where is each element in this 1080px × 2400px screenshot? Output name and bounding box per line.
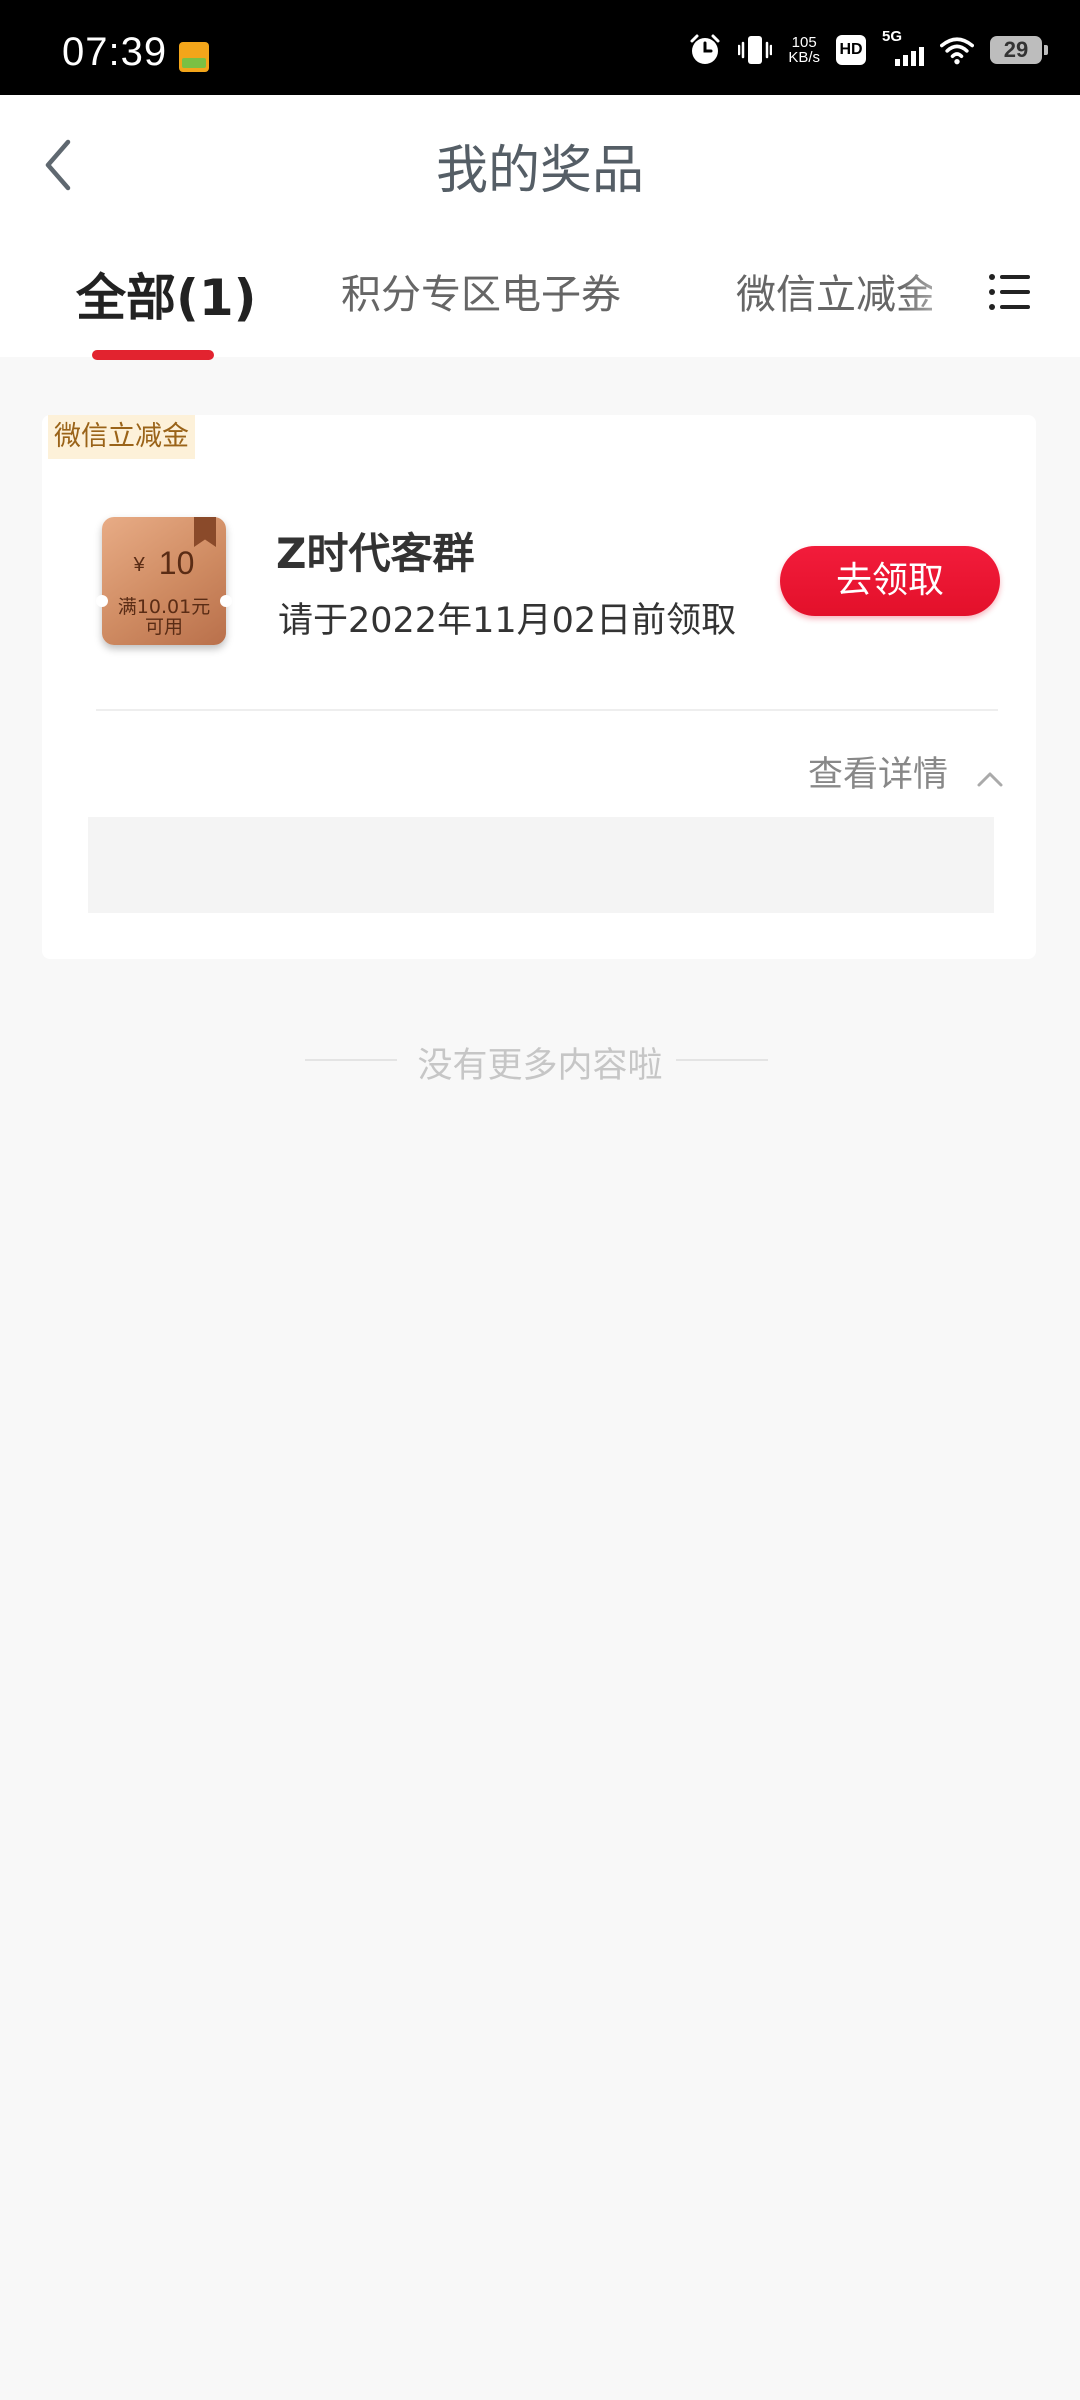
card-divider [96,709,998,711]
coupon-value: 10 [158,545,195,581]
app-notification-icon [179,42,209,72]
tab-points-coupons[interactable]: 积分专区电子券 [341,262,621,320]
coupon-icon: ¥10 满10.01元 可用 [96,517,232,645]
battery-icon: 29 [990,36,1048,64]
alarm-icon [688,33,722,67]
prize-deadline: 请于2022年11月02日前领取 [278,601,737,641]
tab-active-indicator [92,350,214,360]
currency-symbol: ¥ [133,554,145,577]
end-divider-right [676,1059,768,1061]
prize-type-tag: 微信立减金 [48,415,195,459]
speed-value: 105 [791,34,817,51]
tab-menu-button[interactable] [988,272,1030,312]
status-icons: 105 KB/s HD 5G 29 [688,28,1048,70]
chevron-up-icon[interactable] [976,770,1004,788]
vibrate-icon [738,33,773,67]
hd-icon: HD [836,35,866,65]
list-menu-icon [989,274,1030,310]
status-time: 07:39 [62,30,168,74]
wifi-icon [940,33,974,67]
page-title: 我的奖品 [435,141,644,201]
speed-unit: KB/s [788,49,820,66]
details-panel [88,817,994,913]
network-type: 5G [882,28,903,45]
coupon-condition-line1: 满10.01元 [117,596,211,618]
view-details-link[interactable]: 查看详情 [808,746,948,797]
signal-icon: 5G [882,28,924,68]
coupon-condition-line2: 可用 [144,616,183,638]
no-more-content-text: 没有更多内容啦 [417,1046,663,1086]
tabs-fade [900,250,980,330]
coupon-amount: ¥10 [102,545,226,582]
prize-title: Z时代客群 [276,529,475,578]
status-bar: 07:39 105 KB/s HD 5G 29 [0,0,1080,95]
coupon-ribbon [194,517,216,547]
network-speed: 105 KB/s [788,35,820,65]
coupon-condition: 满10.01元 可用 [102,597,226,637]
claim-button[interactable]: 去领取 [780,546,1000,616]
tab-all[interactable]: 全部(1) [76,258,257,330]
